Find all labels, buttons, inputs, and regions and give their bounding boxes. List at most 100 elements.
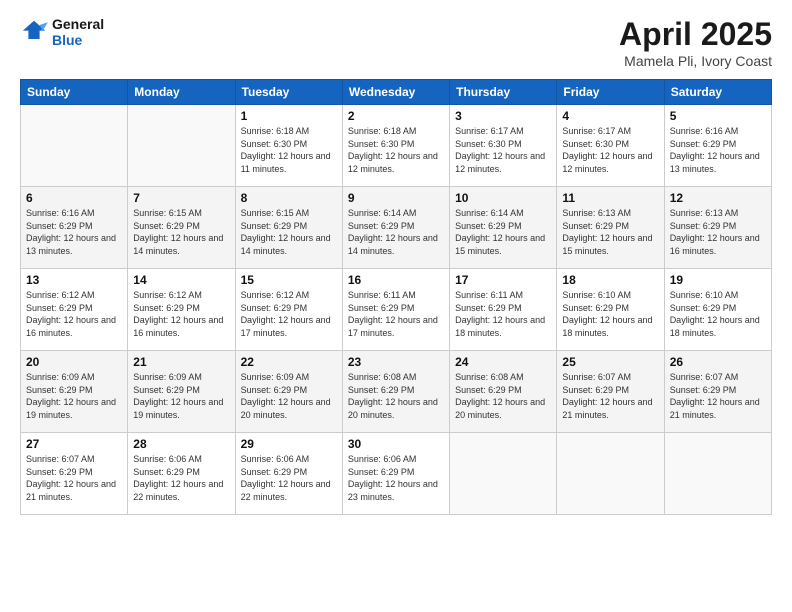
day-number: 11	[562, 191, 658, 205]
day-info: Sunrise: 6:13 AM Sunset: 6:29 PM Dayligh…	[670, 207, 766, 257]
day-number: 24	[455, 355, 551, 369]
day-number: 29	[241, 437, 337, 451]
calendar-cell: 4 Sunrise: 6:17 AM Sunset: 6:30 PM Daylig…	[557, 105, 664, 187]
day-info: Sunrise: 6:16 AM Sunset: 6:29 PM Dayligh…	[670, 125, 766, 175]
calendar-cell: 15 Sunrise: 6:12 AM Sunset: 6:29 PM Dayli…	[235, 269, 342, 351]
day-number: 7	[133, 191, 229, 205]
day-number: 16	[348, 273, 444, 287]
calendar-cell: 11 Sunrise: 6:13 AM Sunset: 6:29 PM Dayli…	[557, 187, 664, 269]
day-info: Sunrise: 6:14 AM Sunset: 6:29 PM Dayligh…	[348, 207, 444, 257]
calendar-cell: 28 Sunrise: 6:06 AM Sunset: 6:29 PM Dayli…	[128, 433, 235, 515]
day-info: Sunrise: 6:13 AM Sunset: 6:29 PM Dayligh…	[562, 207, 658, 257]
day-number: 9	[348, 191, 444, 205]
calendar-cell: 9 Sunrise: 6:14 AM Sunset: 6:29 PM Daylig…	[342, 187, 449, 269]
calendar-cell: 17Sunrise: 6:11 AM Sunset: 6:29 PM Dayli…	[450, 269, 557, 351]
calendar-cell: 10 Sunrise: 6:14 AM Sunset: 6:29 PM Dayli…	[450, 187, 557, 269]
title-block: April 2025 Mamela Pli, Ivory Coast	[619, 16, 772, 69]
calendar-cell: 6 Sunrise: 6:16 AM Sunset: 6:29 PM Daylig…	[21, 187, 128, 269]
day-number: 8	[241, 191, 337, 205]
day-number: 5	[670, 109, 766, 123]
col-monday: Monday	[128, 80, 235, 105]
calendar-cell: 12 Sunrise: 6:13 AM Sunset: 6:29 PM Dayli…	[664, 187, 771, 269]
day-info: Sunrise: 6:12 AM Sunset: 6:29 PM Dayligh…	[241, 289, 337, 339]
calendar-cell: 21Sunrise: 6:09 AM Sunset: 6:29 PM Dayli…	[128, 351, 235, 433]
day-number: 1	[241, 109, 337, 123]
calendar-cell	[128, 105, 235, 187]
logo: General Blue	[20, 16, 104, 48]
day-info: Sunrise: 6:07 AM Sunset: 6:29 PM Dayligh…	[562, 371, 658, 421]
calendar-cell	[664, 433, 771, 515]
day-info: Sunrise: 6:10 AM Sunset: 6:29 PM Dayligh…	[562, 289, 658, 339]
calendar-cell: 5 Sunrise: 6:16 AM Sunset: 6:29 PM Daylig…	[664, 105, 771, 187]
day-info: Sunrise: 6:18 AM Sunset: 6:30 PM Dayligh…	[348, 125, 444, 175]
calendar-cell: 27 Sunrise: 6:07 AM Sunset: 6:29 PM Dayli…	[21, 433, 128, 515]
calendar-cell: 2 Sunrise: 6:18 AM Sunset: 6:30 PM Daylig…	[342, 105, 449, 187]
col-friday: Friday	[557, 80, 664, 105]
calendar-cell: 29Sunrise: 6:06 AM Sunset: 6:29 PM Dayli…	[235, 433, 342, 515]
day-number: 20	[26, 355, 122, 369]
logo-text: General Blue	[52, 16, 104, 48]
day-info: Sunrise: 6:12 AM Sunset: 6:29 PM Dayligh…	[26, 289, 122, 339]
day-info: Sunrise: 6:15 AM Sunset: 6:29 PM Dayligh…	[241, 207, 337, 257]
day-info: Sunrise: 6:09 AM Sunset: 6:29 PM Dayligh…	[26, 371, 122, 421]
day-info: Sunrise: 6:17 AM Sunset: 6:30 PM Dayligh…	[455, 125, 551, 175]
col-tuesday: Tuesday	[235, 80, 342, 105]
day-info: Sunrise: 6:16 AM Sunset: 6:29 PM Dayligh…	[26, 207, 122, 257]
day-number: 4	[562, 109, 658, 123]
day-info: Sunrise: 6:07 AM Sunset: 6:29 PM Dayligh…	[670, 371, 766, 421]
col-thursday: Thursday	[450, 80, 557, 105]
day-number: 27	[26, 437, 122, 451]
day-number: 10	[455, 191, 551, 205]
day-info: Sunrise: 6:18 AM Sunset: 6:30 PM Dayligh…	[241, 125, 337, 175]
day-number: 26	[670, 355, 766, 369]
calendar-cell: 8 Sunrise: 6:15 AM Sunset: 6:29 PM Daylig…	[235, 187, 342, 269]
day-info: Sunrise: 6:11 AM Sunset: 6:29 PM Dayligh…	[348, 289, 444, 339]
day-number: 30	[348, 437, 444, 451]
day-number: 18	[562, 273, 658, 287]
calendar-cell: 19Sunrise: 6:10 AM Sunset: 6:29 PM Dayli…	[664, 269, 771, 351]
page-header: General Blue April 2025 Mamela Pli, Ivor…	[20, 16, 772, 69]
calendar-cell: 13 Sunrise: 6:12 AM Sunset: 6:29 PM Dayli…	[21, 269, 128, 351]
day-number: 17	[455, 273, 551, 287]
day-number: 12	[670, 191, 766, 205]
calendar-cell: 23Sunrise: 6:08 AM Sunset: 6:29 PM Dayli…	[342, 351, 449, 433]
day-number: 15	[241, 273, 337, 287]
day-info: Sunrise: 6:10 AM Sunset: 6:29 PM Dayligh…	[670, 289, 766, 339]
day-number: 28	[133, 437, 229, 451]
day-info: Sunrise: 6:15 AM Sunset: 6:29 PM Dayligh…	[133, 207, 229, 257]
calendar-week-row: 1 Sunrise: 6:18 AM Sunset: 6:30 PM Daylig…	[21, 105, 772, 187]
calendar-cell: 30 Sunrise: 6:06 AM Sunset: 6:29 PM Dayli…	[342, 433, 449, 515]
day-number: 25	[562, 355, 658, 369]
calendar-cell	[557, 433, 664, 515]
calendar-cell: 20 Sunrise: 6:09 AM Sunset: 6:29 PM Dayli…	[21, 351, 128, 433]
day-number: 21	[133, 355, 229, 369]
day-number: 23	[348, 355, 444, 369]
calendar-title: April 2025	[619, 16, 772, 53]
calendar-cell: 3Sunrise: 6:17 AM Sunset: 6:30 PM Daylig…	[450, 105, 557, 187]
calendar-cell: 16 Sunrise: 6:11 AM Sunset: 6:29 PM Dayli…	[342, 269, 449, 351]
day-number: 2	[348, 109, 444, 123]
day-info: Sunrise: 6:12 AM Sunset: 6:29 PM Dayligh…	[133, 289, 229, 339]
calendar-cell: 14 Sunrise: 6:12 AM Sunset: 6:29 PM Dayli…	[128, 269, 235, 351]
day-info: Sunrise: 6:06 AM Sunset: 6:29 PM Dayligh…	[133, 453, 229, 503]
day-info: Sunrise: 6:09 AM Sunset: 6:29 PM Dayligh…	[241, 371, 337, 421]
calendar-cell	[21, 105, 128, 187]
day-number: 13	[26, 273, 122, 287]
calendar-subtitle: Mamela Pli, Ivory Coast	[619, 53, 772, 69]
day-info: Sunrise: 6:17 AM Sunset: 6:30 PM Dayligh…	[562, 125, 658, 175]
calendar-cell	[450, 433, 557, 515]
calendar-cell: 24Sunrise: 6:08 AM Sunset: 6:29 PM Dayli…	[450, 351, 557, 433]
calendar-cell: 18 Sunrise: 6:10 AM Sunset: 6:29 PM Dayli…	[557, 269, 664, 351]
calendar-cell: 26 Sunrise: 6:07 AM Sunset: 6:29 PM Dayli…	[664, 351, 771, 433]
calendar-week-row: 27 Sunrise: 6:07 AM Sunset: 6:29 PM Dayli…	[21, 433, 772, 515]
calendar-table: Sunday Monday Tuesday Wednesday Thursday…	[20, 79, 772, 515]
calendar-cell: 22Sunrise: 6:09 AM Sunset: 6:29 PM Dayli…	[235, 351, 342, 433]
day-info: Sunrise: 6:14 AM Sunset: 6:29 PM Dayligh…	[455, 207, 551, 257]
day-info: Sunrise: 6:06 AM Sunset: 6:29 PM Dayligh…	[348, 453, 444, 503]
calendar-header-row: Sunday Monday Tuesday Wednesday Thursday…	[21, 80, 772, 105]
day-number: 14	[133, 273, 229, 287]
calendar-week-row: 20 Sunrise: 6:09 AM Sunset: 6:29 PM Dayli…	[21, 351, 772, 433]
col-wednesday: Wednesday	[342, 80, 449, 105]
day-number: 6	[26, 191, 122, 205]
day-info: Sunrise: 6:07 AM Sunset: 6:29 PM Dayligh…	[26, 453, 122, 503]
